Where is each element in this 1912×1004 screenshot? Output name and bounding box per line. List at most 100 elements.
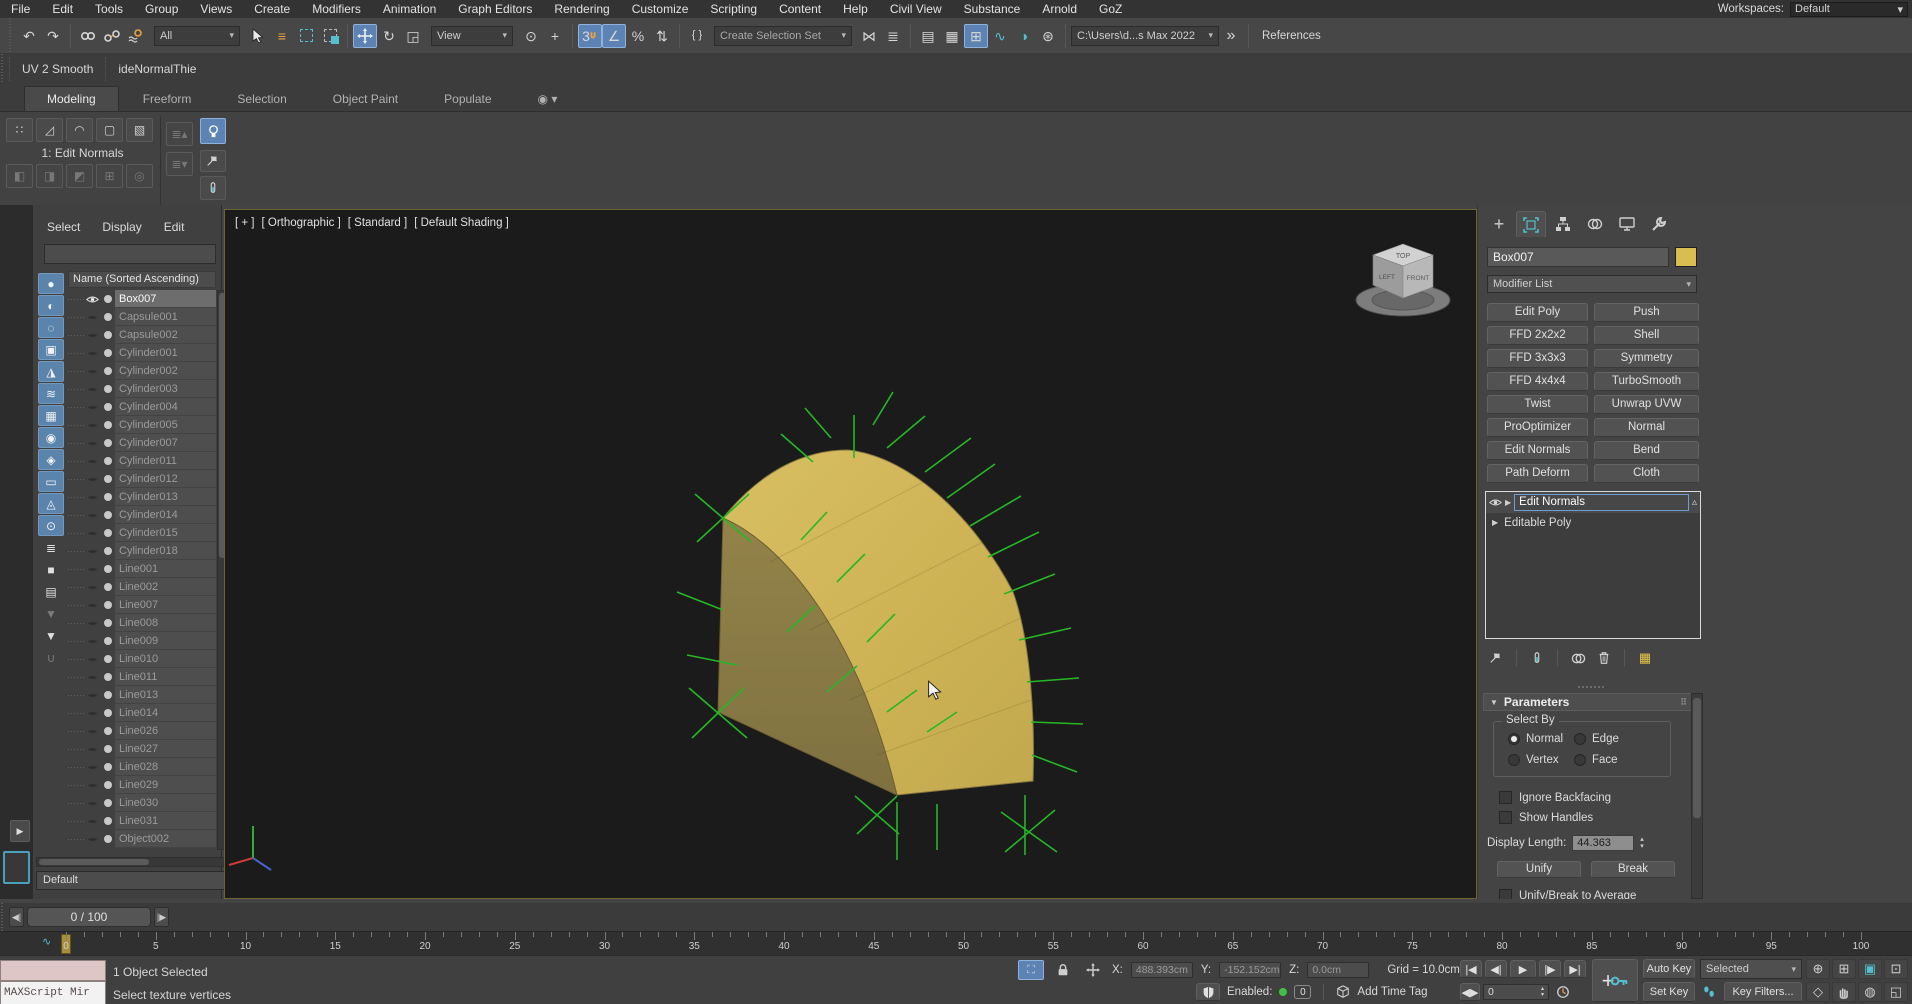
poly-tool-1-button[interactable]: ◧ (6, 164, 33, 188)
filter-spacewarps-icon[interactable]: ≋ (38, 383, 64, 404)
visibility-eye-icon[interactable] (84, 797, 101, 810)
parameters-rollout-header[interactable]: ▼ Parameters ⠿ (1483, 693, 1695, 711)
radio-face[interactable]: Face (1574, 754, 1618, 766)
modifier-button-ffd-3x3x3[interactable]: FFD 3x3x3 (1487, 349, 1588, 368)
visibility-eye-icon[interactable] (84, 635, 101, 648)
explorer-menu-edit[interactable]: Edit (164, 220, 185, 234)
snaps-toggle-button[interactable]: 3 (578, 24, 602, 48)
list-item[interactable]: Capsule001 (68, 308, 216, 326)
ribbon-tab-object-paint[interactable]: Object Paint (311, 87, 420, 111)
renderable-dot-icon[interactable] (101, 637, 115, 645)
renderable-dot-icon[interactable] (101, 547, 115, 555)
stack-row-editable-poly[interactable]: ▶ Editable Poly (1486, 513, 1700, 532)
renderable-dot-icon[interactable] (101, 781, 115, 789)
menu-content[interactable]: Content (768, 1, 832, 17)
menu-modifiers[interactable]: Modifiers (301, 1, 372, 17)
poly-tool-4-button[interactable]: ⊞ (96, 164, 123, 188)
list-item[interactable]: Cylinder002 (68, 362, 216, 380)
window-crossing-button[interactable] (318, 24, 342, 48)
select-and-move-button[interactable] (353, 24, 377, 48)
show-handles-checkbox[interactable]: Show Handles (1499, 811, 1593, 824)
modifier-button-normal[interactable]: Normal (1594, 418, 1699, 437)
display-length-spinner[interactable]: ▴▾ (1640, 836, 1644, 850)
object-color-swatch[interactable] (1675, 247, 1697, 267)
filter-snowflake-icon[interactable]: ◬ (38, 493, 64, 514)
renderable-dot-icon[interactable] (101, 655, 115, 663)
edit-named-selection-sets-button[interactable]: { } (685, 24, 709, 48)
use-center-button[interactable]: ⊙ (519, 24, 543, 48)
collapse-stack-down-button[interactable]: ≣▾ (166, 152, 193, 176)
menu-customize[interactable]: Customize (621, 1, 700, 17)
menu-create[interactable]: Create (243, 1, 301, 17)
renderable-dot-icon[interactable] (101, 763, 115, 771)
list-item[interactable]: Line007 (68, 596, 216, 614)
modifier-button-ffd-2x2x2[interactable]: FFD 2x2x2 (1487, 326, 1588, 345)
visibility-eye-icon[interactable] (84, 527, 101, 540)
auto-key-button[interactable]: Auto Key (1643, 959, 1695, 979)
list-item[interactable]: Cylinder001 (68, 344, 216, 362)
visibility-eye-icon[interactable] (84, 509, 101, 522)
key-filters-footsteps-icon[interactable] (1698, 982, 1720, 1002)
modifier-button-edit-normals[interactable]: Edit Normals (1487, 441, 1588, 460)
renderable-dot-icon[interactable] (101, 601, 115, 609)
modifier-button-twist[interactable]: Twist (1487, 395, 1588, 414)
z-coordinate-field[interactable]: 0.0cm (1307, 962, 1369, 978)
tab-utilities[interactable] (1644, 211, 1674, 237)
filter-lights-icon[interactable]: ◌ (38, 317, 64, 338)
visibility-eye-icon[interactable] (84, 311, 101, 324)
list-item[interactable]: Line026 (68, 722, 216, 740)
layer-manager-button[interactable]: ▤ (916, 24, 940, 48)
toolbar-grip[interactable] (8, 18, 13, 53)
list-item[interactable]: Line031 (68, 812, 216, 830)
list-item[interactable]: Cylinder018 (68, 542, 216, 560)
scene-explorer-toggle-button[interactable]: ▦ (940, 24, 964, 48)
panel-splitter[interactable] (1478, 683, 1706, 691)
list-item[interactable]: Line008 (68, 614, 216, 632)
configure-modifier-sets-button[interactable]: ▦ (1634, 648, 1656, 668)
previous-frame-button[interactable]: ◀| (9, 907, 24, 927)
menu-edit[interactable]: Edit (41, 1, 84, 17)
visibility-eye-icon[interactable] (84, 401, 101, 414)
filter-cameras-icon[interactable]: ▣ (38, 339, 64, 360)
poly-tool-2-button[interactable]: ◨ (36, 164, 63, 188)
renderable-dot-icon[interactable] (101, 295, 115, 303)
zoom-extents-button[interactable]: ▣ (1858, 959, 1882, 979)
list-item[interactable]: Line011 (68, 668, 216, 686)
menu-scripting[interactable]: Scripting (699, 1, 768, 17)
filter-helpers-icon[interactable]: ◮ (38, 361, 64, 382)
renderable-dot-icon[interactable] (101, 385, 115, 393)
key-filters-button[interactable]: Key Filters... (1724, 982, 1802, 1002)
visibility-eye-icon[interactable] (84, 599, 101, 612)
stack-row-edit-normals[interactable]: ▶ Edit Normals ▵ (1486, 492, 1700, 513)
workspace-dropdown[interactable]: Default ▾ (1790, 2, 1908, 17)
maximize-viewport-button[interactable]: ◱ (1884, 982, 1908, 1002)
next-key-button[interactable]: |▶ (1539, 960, 1561, 978)
renderable-dot-icon[interactable] (101, 367, 115, 375)
modifier-button-ffd-4x4x4[interactable]: FFD 4x4x4 (1487, 372, 1588, 391)
set-key-button[interactable]: Set Key (1643, 982, 1695, 1002)
visibility-eye-icon[interactable] (84, 473, 101, 486)
filter-containers-icon[interactable]: ◉ (38, 427, 64, 448)
tab-display[interactable] (1612, 211, 1642, 237)
visibility-eye-icon[interactable] (84, 437, 101, 450)
zoom-all-button[interactable]: ⊞ (1832, 959, 1856, 979)
ribbon-tab-freeform[interactable]: Freeform (121, 87, 214, 111)
select-and-rotate-button[interactable]: ↻ (377, 24, 401, 48)
explorer-search-input[interactable] (44, 244, 216, 264)
previous-key-button[interactable]: ◀| (1485, 960, 1507, 978)
filter-config-icon[interactable]: ▼ (38, 603, 64, 624)
list-item[interactable]: Cylinder012 (68, 470, 216, 488)
renderable-dot-icon[interactable] (101, 583, 115, 591)
list-view-icon[interactable]: ≣ (38, 537, 64, 558)
visibility-eye-icon[interactable] (84, 419, 101, 432)
visibility-eye-icon[interactable] (84, 761, 101, 774)
renderable-dot-icon[interactable] (101, 529, 115, 537)
renderable-dot-icon[interactable] (101, 799, 115, 807)
visibility-eye-icon[interactable] (84, 347, 101, 360)
filter-shapes-icon[interactable]: ◐ (38, 295, 64, 316)
basket-icon[interactable]: ∪ (38, 647, 64, 668)
zoom-region-button[interactable]: ⊡ (1884, 959, 1908, 979)
play-button[interactable]: ▶ (1510, 960, 1536, 978)
list-item[interactable]: Box007 (68, 290, 216, 308)
ribbon-overflow-icon[interactable]: ◉ ▾ (516, 87, 580, 111)
